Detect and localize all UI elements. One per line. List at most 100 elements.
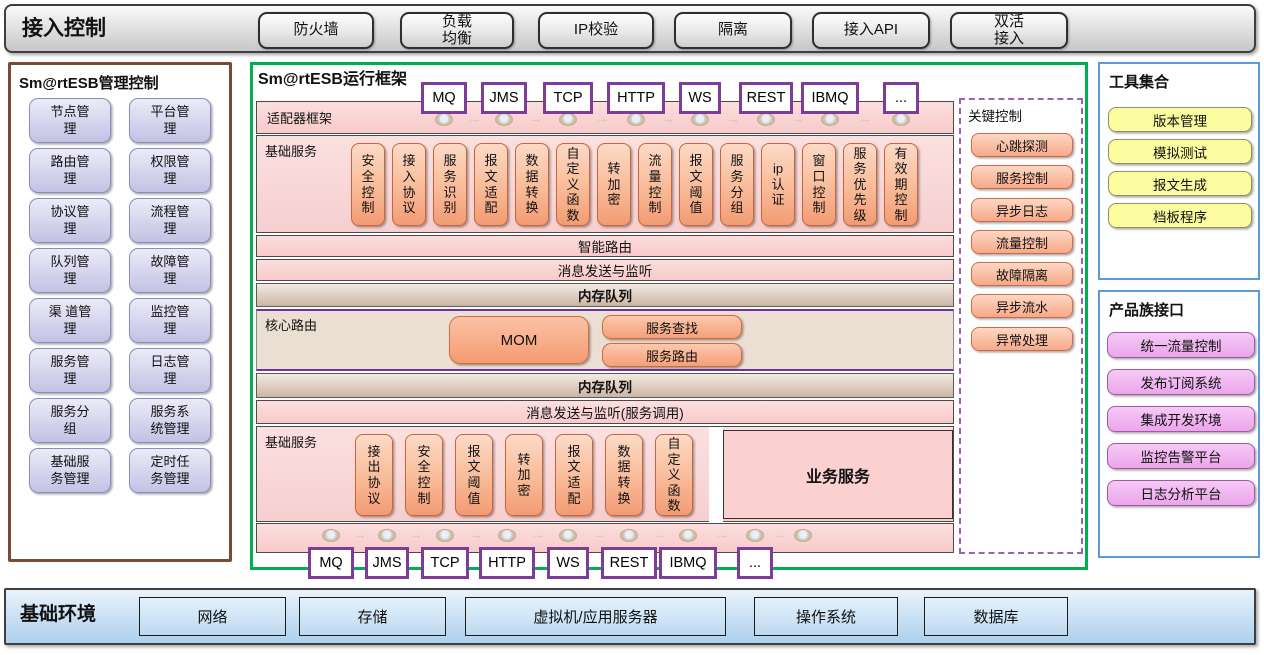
management-button-service[interactable]: 服务管理 bbox=[29, 348, 111, 393]
ip-verify-button[interactable]: IP校验 bbox=[538, 12, 654, 49]
management-button-platform[interactable]: 平台管理 bbox=[129, 98, 211, 143]
connector-node-icon bbox=[679, 529, 697, 542]
protocol-chip-http-bottom[interactable]: HTTP bbox=[479, 547, 535, 579]
tool-chip-message-gen[interactable]: 报文生成 bbox=[1108, 171, 1252, 196]
protocol-chip-rest-top[interactable]: REST bbox=[739, 82, 793, 114]
protocol-chip-more-bottom[interactable]: ... bbox=[737, 547, 773, 579]
service-chip[interactable]: 接入协议 bbox=[392, 143, 426, 226]
key-control-chip-heartbeat[interactable]: 心跳探测 bbox=[971, 133, 1073, 157]
product-chip-log-analysis[interactable]: 日志分析平台 bbox=[1107, 480, 1255, 506]
service-chip[interactable]: 自定义函数 bbox=[655, 434, 693, 516]
service-lookup-chip[interactable]: 服务查找 bbox=[602, 315, 742, 339]
protocol-chip-tcp-top[interactable]: TCP bbox=[543, 82, 593, 114]
firewall-button[interactable]: 防火墙 bbox=[258, 12, 374, 49]
protocol-chip-ws-top[interactable]: WS bbox=[679, 82, 721, 114]
env-button-network[interactable]: 网络 bbox=[139, 597, 286, 636]
service-chip[interactable]: 接出协议 bbox=[355, 434, 393, 516]
service-chip[interactable]: 数据转换 bbox=[605, 434, 643, 516]
service-chip[interactable]: 服务分组 bbox=[720, 143, 754, 226]
service-chip[interactable]: 报文适配 bbox=[555, 434, 593, 516]
service-chip[interactable]: 报文阈值 bbox=[679, 143, 713, 226]
base-services-bottom-row: 基础服务 接出协议 安全控制 报文阈值 转加密 报文适配 数据转换 自定义函数 … bbox=[256, 426, 954, 522]
env-button-database[interactable]: 数据库 bbox=[924, 597, 1068, 636]
key-control-chip-service[interactable]: 服务控制 bbox=[971, 165, 1073, 189]
management-button-node[interactable]: 节点管理 bbox=[29, 98, 111, 143]
service-route-chip[interactable]: 服务路由 bbox=[602, 343, 742, 367]
service-chip[interactable]: 安全控制 bbox=[405, 434, 443, 516]
protocol-chip-jms-top[interactable]: JMS bbox=[481, 82, 527, 114]
flow-arrow-icon: → bbox=[469, 528, 483, 541]
key-control-chip-exception[interactable]: 异常处理 bbox=[971, 327, 1073, 351]
protocol-chip-ibmq-top[interactable]: IBMQ bbox=[801, 82, 859, 114]
service-chip[interactable]: ip认证 bbox=[761, 143, 795, 226]
tool-chip-version[interactable]: 版本管理 bbox=[1108, 107, 1252, 132]
management-button-route[interactable]: 路由管理 bbox=[29, 148, 111, 193]
management-button-fault[interactable]: 故障管理 bbox=[129, 248, 211, 293]
connector-node-icon bbox=[559, 529, 577, 542]
protocol-chip-ibmq-bottom[interactable]: IBMQ bbox=[659, 547, 717, 579]
key-control-chip-flow[interactable]: 流量控制 bbox=[971, 230, 1073, 254]
product-chip-monitor-alert[interactable]: 监控告警平台 bbox=[1107, 443, 1255, 469]
service-chip[interactable]: 报文阈值 bbox=[455, 434, 493, 516]
service-chip[interactable]: 窗口控制 bbox=[802, 143, 836, 226]
base-environment-bar: 基础环境 网络 存储 虚拟机/应用服务器 操作系统 数据库 bbox=[4, 588, 1256, 645]
management-panel: Sm@rtESB管理控制 节点管理 平台管理 路由管理 权限管理 协议管理 流程… bbox=[8, 62, 232, 562]
management-button-base-service[interactable]: 基础服务管理 bbox=[29, 448, 111, 493]
product-family-panel: 产品族接口 统一流量控制 发布订阅系统 集成开发环境 监控告警平台 日志分析平台 bbox=[1098, 290, 1260, 558]
service-chip[interactable]: 转加密 bbox=[505, 434, 543, 516]
management-button-process[interactable]: 流程管理 bbox=[129, 198, 211, 243]
management-button-channel[interactable]: 渠 道管理 bbox=[29, 298, 111, 343]
management-button-permission[interactable]: 权限管理 bbox=[129, 148, 211, 193]
business-services-box[interactable]: 业务服务 bbox=[723, 430, 953, 519]
protocol-chip-http-top[interactable]: HTTP bbox=[607, 82, 665, 114]
management-button-monitor[interactable]: 监控管理 bbox=[129, 298, 211, 343]
access-api-button[interactable]: 接入API bbox=[812, 12, 930, 49]
management-button-log[interactable]: 日志管理 bbox=[129, 348, 211, 393]
service-chip[interactable]: 服务优先级 bbox=[843, 143, 877, 226]
key-control-chip-async-log[interactable]: 异步日志 bbox=[971, 198, 1073, 222]
key-control-chip-async-flow[interactable]: 异步流水 bbox=[971, 294, 1073, 318]
flow-arrow-icon: → bbox=[531, 528, 545, 541]
protocol-chip-more-top[interactable]: ... bbox=[883, 82, 919, 114]
connector-node-icon bbox=[821, 113, 839, 126]
management-button-timer-task[interactable]: 定时任务管理 bbox=[129, 448, 211, 493]
tool-chip-mock-test[interactable]: 模拟测试 bbox=[1108, 139, 1252, 164]
connector-node-icon bbox=[892, 113, 910, 126]
management-button-protocol[interactable]: 协议管理 bbox=[29, 198, 111, 243]
service-chip[interactable]: 服务识别 bbox=[433, 143, 467, 226]
service-chip[interactable]: 有效期控制 bbox=[884, 143, 918, 226]
management-button-queue[interactable]: 队列管理 bbox=[29, 248, 111, 293]
service-chip[interactable]: 流量控制 bbox=[638, 143, 672, 226]
core-routing-label: 核心路由 bbox=[265, 315, 317, 334]
load-balance-button[interactable]: 负载 均衡 bbox=[400, 12, 514, 49]
service-chip[interactable]: 数据转换 bbox=[515, 143, 549, 226]
management-button-service-group[interactable]: 服务分组 bbox=[29, 398, 111, 443]
key-control-panel: 关键控制 心跳探测 服务控制 异步日志 流量控制 故障隔离 异步流水 异常处理 bbox=[959, 98, 1083, 554]
service-chip[interactable]: 安全控制 bbox=[351, 143, 385, 226]
mom-box[interactable]: MOM bbox=[449, 316, 589, 364]
service-chip[interactable]: 自定义函数 bbox=[556, 143, 590, 226]
env-button-vm-appserver[interactable]: 虚拟机/应用服务器 bbox=[465, 597, 726, 636]
protocol-chip-ws-bottom[interactable]: WS bbox=[547, 547, 589, 579]
service-chip[interactable]: 报文适配 bbox=[474, 143, 508, 226]
product-chip-flow-control[interactable]: 统一流量控制 bbox=[1107, 332, 1255, 358]
key-control-chip-fault-isolation[interactable]: 故障隔离 bbox=[971, 262, 1073, 286]
protocol-chip-rest-bottom[interactable]: REST bbox=[601, 547, 657, 579]
service-chip[interactable]: 转加密 bbox=[597, 143, 631, 226]
connector-node-icon bbox=[322, 529, 340, 542]
protocol-chip-jms-bottom[interactable]: JMS bbox=[365, 547, 409, 579]
protocol-chip-mq-top[interactable]: MQ bbox=[421, 82, 467, 114]
protocol-chip-mq-bottom[interactable]: MQ bbox=[308, 547, 354, 579]
protocol-chip-tcp-bottom[interactable]: TCP bbox=[421, 547, 469, 579]
isolation-button[interactable]: 隔离 bbox=[674, 12, 792, 49]
product-chip-pubsub[interactable]: 发布订阅系统 bbox=[1107, 369, 1255, 395]
dual-active-button[interactable]: 双活 接入 bbox=[950, 12, 1068, 49]
connector-node-icon bbox=[495, 113, 513, 126]
flow-arrow-icon: → bbox=[409, 528, 423, 541]
management-button-service-system[interactable]: 服务系统管理 bbox=[129, 398, 211, 443]
tool-chip-stub[interactable]: 档板程序 bbox=[1108, 203, 1252, 228]
flow-arrow-icon: → bbox=[353, 528, 367, 541]
product-chip-ide[interactable]: 集成开发环境 bbox=[1107, 406, 1255, 432]
env-button-os[interactable]: 操作系统 bbox=[754, 597, 898, 636]
env-button-storage[interactable]: 存储 bbox=[299, 597, 446, 636]
